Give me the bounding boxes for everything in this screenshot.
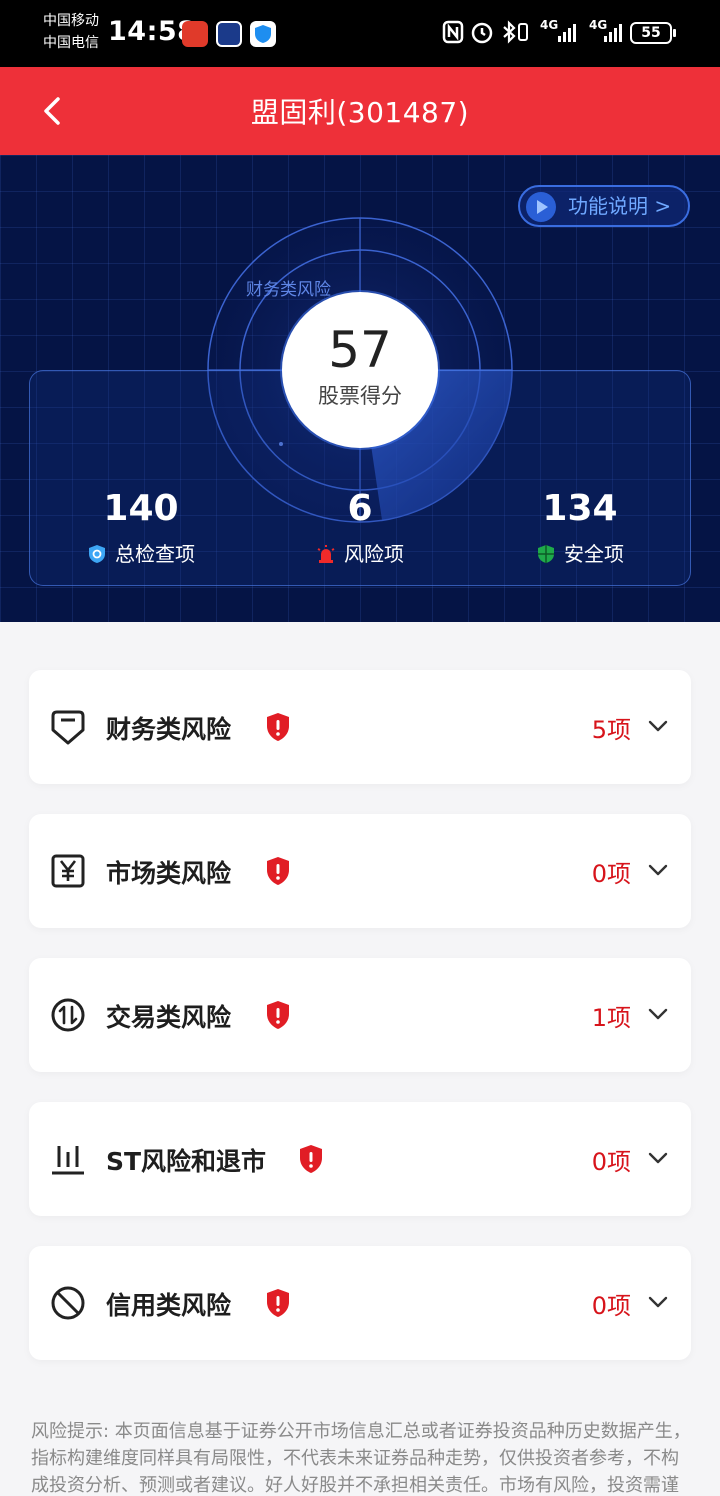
carrier-2: 中国电信 (43, 35, 99, 51)
risk-card-title: 财务类风险 (106, 715, 232, 744)
stat-risk-items: 6 风险项 (260, 487, 460, 567)
alert-shield-icon (267, 1001, 289, 1029)
alarm-siren-icon (317, 545, 335, 563)
risk-card-count: 1项 (591, 1004, 631, 1032)
stat-total-label: 总检查项 (115, 542, 195, 566)
stat-safe-label: 安全项 (564, 542, 624, 566)
stat-total-value: 140 (103, 488, 179, 529)
bars-chart-icon (52, 1146, 84, 1175)
chevron-down-icon[interactable] (647, 1006, 669, 1022)
carrier-names: 中国移动 中国电信 (43, 10, 99, 54)
score-value: 57 (328, 321, 392, 379)
stat-total-label-row: 总检查项 (41, 541, 241, 567)
carrier-1: 中国移动 (43, 13, 99, 29)
stat-safe-value: 134 (542, 488, 618, 529)
status-bar: 中国移动 中国电信 14:58 4G 4G 55 (0, 0, 720, 67)
nav-header: 盟固利(301487) (0, 67, 720, 155)
shield-outline-icon (51, 710, 85, 745)
risk-card-st-delisting[interactable]: ST风险和退市 0项 (29, 1102, 691, 1216)
risk-card-count: 0项 (591, 860, 631, 888)
notification-app-icon (182, 21, 208, 47)
page-title: 盟固利(301487) (250, 96, 470, 129)
risk-card-credit[interactable]: 信用类风险 0项 (29, 1246, 691, 1360)
alert-shield-icon (267, 713, 289, 741)
alert-shield-icon (267, 857, 289, 885)
risk-card-count: 0项 (591, 1292, 631, 1320)
risk-card-title: 信用类风险 (106, 1291, 232, 1320)
alert-shield-icon (300, 1145, 322, 1173)
notification-app-icon (216, 21, 242, 47)
exchange-arrows-icon (51, 998, 85, 1032)
chevron-down-icon[interactable] (647, 718, 669, 734)
prohibited-icon (51, 1286, 85, 1320)
safe-shield-icon (538, 545, 554, 563)
signal-icon (558, 24, 576, 42)
radar-category-label: 财务类风险 (246, 280, 331, 300)
play-icon (526, 192, 556, 222)
risk-card-market[interactable]: 市场类风险 0项 (29, 814, 691, 928)
feature-description-label: 功能说明 > (568, 194, 672, 218)
chevron-down-icon[interactable] (647, 1294, 669, 1310)
risk-card-title: 交易类风险 (106, 1003, 232, 1032)
risk-card-count: 5项 (591, 716, 631, 744)
stat-safe-items: 134 安全项 (480, 487, 680, 567)
stat-risk-label-row: 风险项 (260, 541, 460, 567)
chevron-down-icon[interactable] (647, 862, 669, 878)
risk-card-count: 0项 (591, 1148, 631, 1176)
battery-indicator: 55 (630, 22, 676, 44)
risk-card-title: 市场类风险 (106, 859, 232, 888)
notification-shield-icon (250, 21, 276, 47)
stat-safe-label-row: 安全项 (480, 541, 680, 567)
risk-card-financial[interactable]: 财务类风险 5项 (29, 670, 691, 784)
score-label: 股票得分 (318, 384, 402, 408)
nfc-icon (442, 20, 464, 44)
stat-risk-label: 风险项 (344, 542, 404, 566)
feature-description-button[interactable]: 功能说明 > (518, 185, 690, 227)
bluetooth-icon (503, 20, 528, 44)
risk-disclaimer: 风险提示: 本页面信息基于证券公开市场信息汇总或者证券投资品种历史数据产生，指标… (31, 1421, 691, 1496)
yen-box-icon (51, 854, 85, 888)
alarm-icon (471, 22, 493, 44)
stat-total-checks: 140 总检查项 (41, 487, 241, 567)
check-shield-icon (89, 545, 105, 563)
risk-card-title: ST风险和退市 (106, 1147, 267, 1176)
alert-shield-icon (267, 1289, 289, 1317)
score-hero-panel: 财务类风险 功能说明 > 57 股票得分 140 总检查项 6 风险项 134 … (0, 155, 720, 622)
signal-icon (604, 24, 622, 42)
risk-card-trading[interactable]: 交易类风险 1项 (29, 958, 691, 1072)
score-badge: 57 股票得分 (282, 292, 438, 448)
stat-risk-value: 6 (347, 488, 373, 529)
chevron-down-icon[interactable] (647, 1150, 669, 1166)
